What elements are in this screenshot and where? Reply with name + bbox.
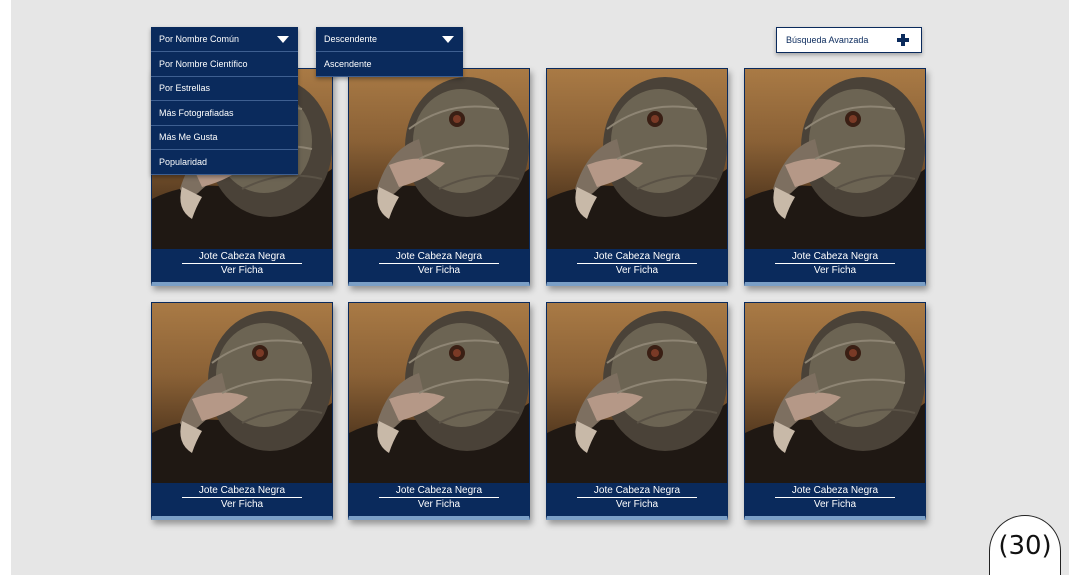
sort-option-popularity[interactable]: Popularidad	[151, 150, 298, 175]
card-title: Jote Cabeza Negra	[182, 251, 302, 264]
species-card[interactable]: Jote Cabeza Negra Ver Ficha	[744, 68, 926, 286]
sort-by-dropdown[interactable]: Por Nombre Común Por Nombre Científico P…	[151, 27, 298, 175]
card-title: Jote Cabeza Negra	[577, 251, 697, 264]
vulture-image	[349, 77, 529, 249]
species-card[interactable]: Jote Cabeza Negra Ver Ficha	[546, 68, 728, 286]
vulture-image	[547, 311, 727, 483]
species-photo	[152, 303, 332, 483]
page-canvas: Jote Cabeza Negra Ver Ficha Jote Cabeza …	[11, 0, 1069, 575]
view-record-link[interactable]: Ver Ficha	[349, 499, 529, 510]
view-record-link[interactable]: Ver Ficha	[152, 499, 332, 510]
order-selected: Descendente	[324, 34, 378, 44]
species-card[interactable]: Jote Cabeza Negra Ver Ficha	[151, 302, 333, 520]
vulture-image	[745, 77, 925, 249]
card-title: Jote Cabeza Negra	[379, 251, 499, 264]
advanced-search-button[interactable]: Búsqueda Avanzada	[776, 27, 922, 53]
species-photo	[745, 303, 925, 483]
species-photo	[349, 303, 529, 483]
sort-option-scientific-name[interactable]: Por Nombre Científico	[151, 52, 298, 77]
vulture-image	[745, 311, 925, 483]
species-photo	[349, 69, 529, 249]
view-record-link[interactable]: Ver Ficha	[152, 265, 332, 276]
plus-icon	[897, 34, 909, 46]
species-card[interactable]: Jote Cabeza Negra Ver Ficha	[546, 302, 728, 520]
view-record-link[interactable]: Ver Ficha	[745, 499, 925, 510]
species-card[interactable]: Jote Cabeza Negra Ver Ficha	[348, 302, 530, 520]
vulture-image	[152, 311, 332, 483]
caret-down-icon	[277, 35, 289, 43]
species-photo	[745, 69, 925, 249]
vulture-image	[547, 77, 727, 249]
sort-option-most-liked[interactable]: Más Me Gusta	[151, 126, 298, 150]
sort-option-stars[interactable]: Por Estrellas	[151, 77, 298, 101]
card-title: Jote Cabeza Negra	[775, 485, 895, 498]
caret-down-icon	[442, 35, 454, 43]
card-title: Jote Cabeza Negra	[379, 485, 499, 498]
card-title: Jote Cabeza Negra	[775, 251, 895, 264]
card-title: Jote Cabeza Negra	[182, 485, 302, 498]
view-record-link[interactable]: Ver Ficha	[745, 265, 925, 276]
view-record-link[interactable]: Ver Ficha	[547, 499, 727, 510]
card-title: Jote Cabeza Negra	[577, 485, 697, 498]
species-card[interactable]: Jote Cabeza Negra Ver Ficha	[348, 68, 530, 286]
species-photo	[547, 69, 727, 249]
order-option-ascending[interactable]: Ascendente	[316, 52, 463, 77]
order-dropdown[interactable]: Descendente Ascendente	[316, 27, 463, 77]
advanced-search-label: Búsqueda Avanzada	[786, 35, 869, 45]
sort-by-selected: Por Nombre Común	[159, 34, 240, 44]
order-select[interactable]: Descendente	[316, 27, 463, 52]
view-record-link[interactable]: Ver Ficha	[349, 265, 529, 276]
sort-option-most-photographed[interactable]: Más Fotografiadas	[151, 101, 298, 126]
species-card[interactable]: Jote Cabeza Negra Ver Ficha	[744, 302, 926, 520]
sort-by-select[interactable]: Por Nombre Común	[151, 27, 298, 52]
view-record-link[interactable]: Ver Ficha	[547, 265, 727, 276]
vulture-image	[349, 311, 529, 483]
species-photo	[547, 303, 727, 483]
